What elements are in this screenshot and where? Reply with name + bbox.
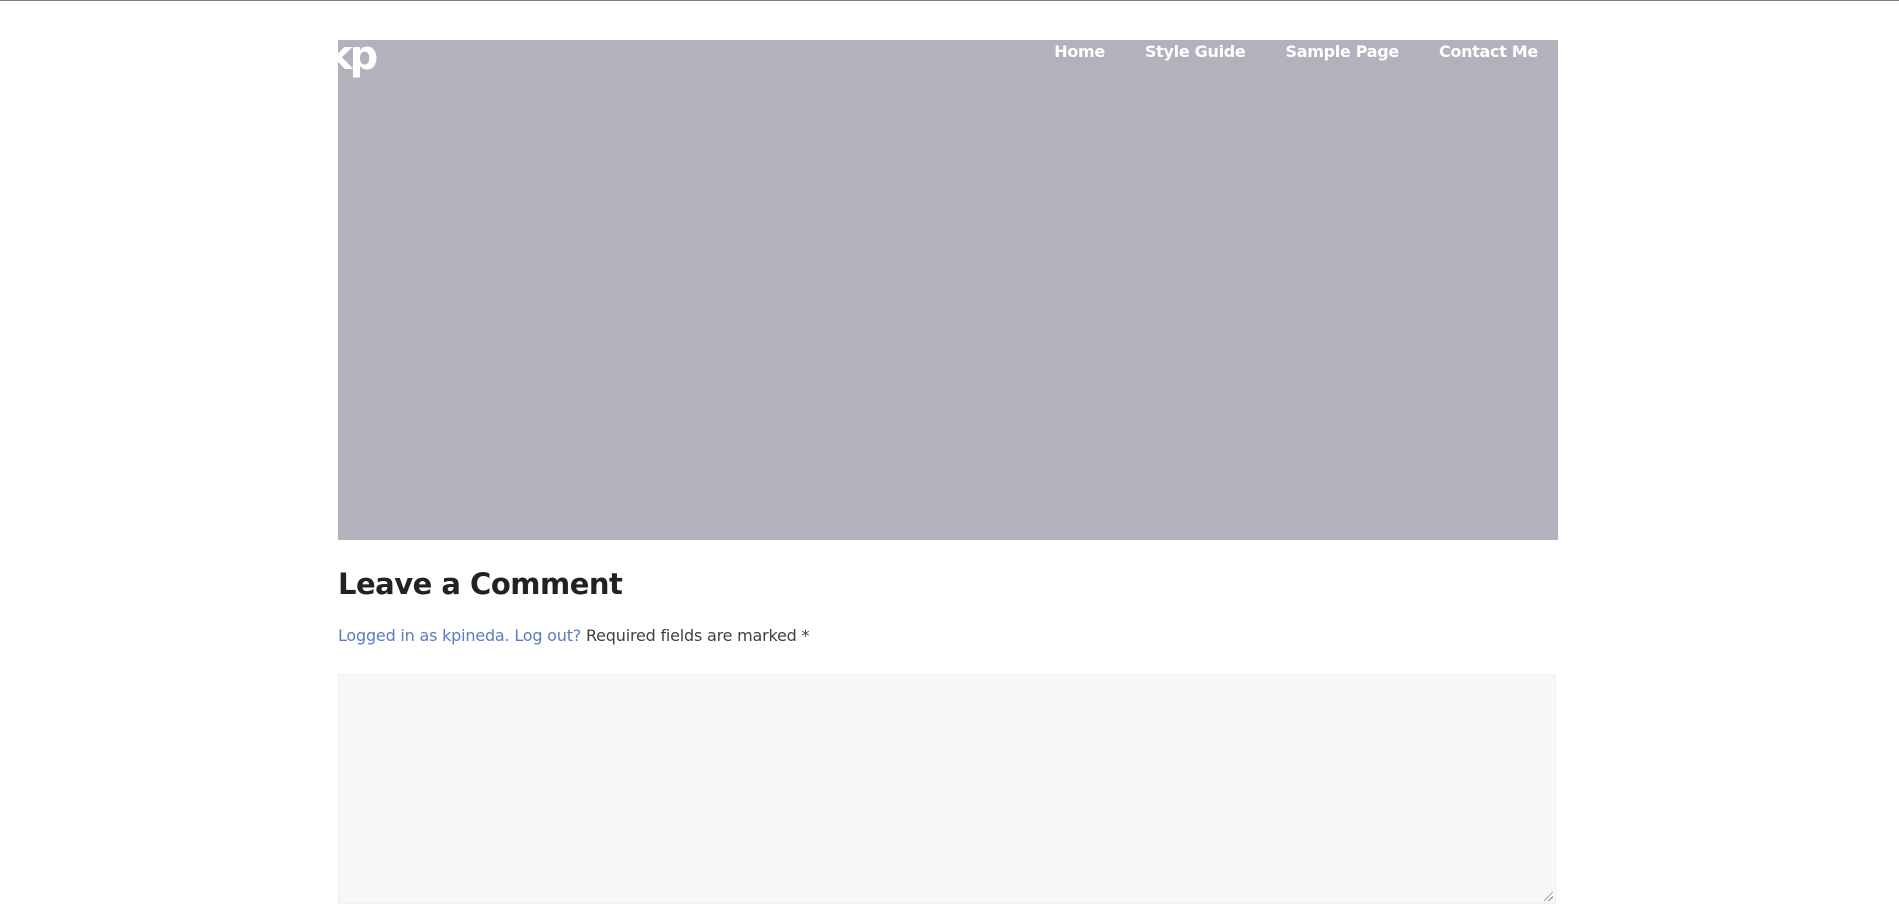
logout-link[interactable]: Log out? xyxy=(514,626,581,645)
logged-in-notice: Logged in as kpineda. Log out? Required … xyxy=(338,626,1558,647)
comment-heading: Leave a Comment xyxy=(338,567,623,601)
comment-textarea[interactable] xyxy=(338,673,1556,904)
page-container: kp Home Style Guide Sample Page Contact … xyxy=(338,40,1558,904)
header-hero: kp Home Style Guide Sample Page Contact … xyxy=(338,40,1558,540)
main-nav: Home Style Guide Sample Page Contact Me xyxy=(1014,42,1538,62)
nav-item-home[interactable]: Home xyxy=(1054,42,1105,62)
nav-item-sample-page[interactable]: Sample Page xyxy=(1285,42,1399,62)
top-border xyxy=(0,0,1899,1)
nav-item-style-guide[interactable]: Style Guide xyxy=(1145,42,1246,62)
site-logo[interactable]: kp xyxy=(338,40,378,76)
comment-section: Leave a Comment Logged in as kpineda. Lo… xyxy=(338,567,1558,904)
required-fields-text: Required fields are marked xyxy=(585,625,797,645)
required-marker: * xyxy=(801,625,810,645)
nav-item-contact-me[interactable]: Contact Me xyxy=(1439,42,1538,62)
resize-handle-icon[interactable] xyxy=(1544,891,1553,901)
logged-in-link[interactable]: Logged in as kpineda. xyxy=(338,626,510,645)
